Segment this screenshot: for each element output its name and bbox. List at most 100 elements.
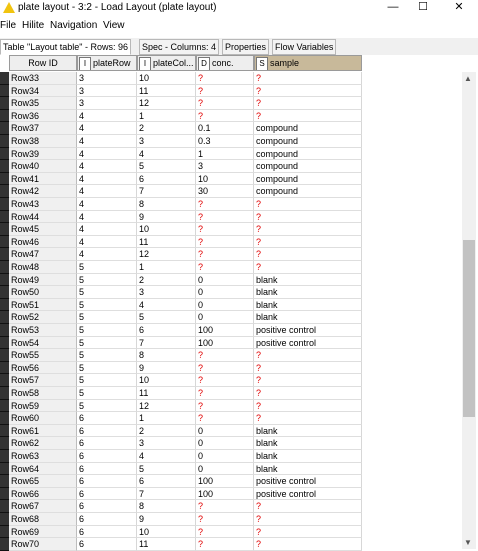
sample-cell[interactable]: blank [254,273,362,287]
scrollbar-thumb[interactable] [463,240,475,417]
plate-col-cell[interactable]: 3 [137,135,196,148]
row-id-cell[interactable]: Row46 [9,235,77,249]
sample-cell[interactable]: blank [254,437,362,450]
conc-cell[interactable]: 3 [196,160,254,173]
conc-cell[interactable]: 0 [196,273,254,287]
table-row[interactable]: Row48 5 1?? [0,261,362,274]
plate-row-cell[interactable]: 5 [77,336,137,350]
row-id-cell[interactable]: Row36 [9,109,77,123]
row-id-cell[interactable]: Row38 [9,135,77,148]
table-row[interactable]: Row63 6 4 0 blank [0,450,362,463]
row-id-cell[interactable]: Row41 [9,172,77,186]
plate-col-cell[interactable]: 11 [137,235,196,249]
conc-cell[interactable]: ? [196,361,254,375]
plate-row-cell[interactable]: 3 [77,72,137,85]
sample-cell[interactable]: compound [254,172,362,186]
plate-col-cell[interactable]: 4 [137,450,196,463]
sample-cell[interactable]: positive control [254,487,362,501]
conc-cell[interactable]: ? [196,374,254,387]
sample-cell[interactable]: compound [254,160,362,173]
conc-cell[interactable]: 0.1 [196,122,254,135]
conc-cell[interactable]: ? [196,72,254,85]
plate-row-cell[interactable]: 4 [77,248,137,261]
table-row[interactable]: Row54 5 7 100 positive control [0,336,362,350]
table-row[interactable]: Row39 4 4 1 compound [0,147,362,161]
table-row[interactable]: Row52 5 5 0 blank [0,311,362,324]
plate-row-cell[interactable]: 6 [77,424,137,438]
row-id-cell[interactable]: Row69 [9,525,77,539]
plate-col-cell[interactable]: 3 [137,286,196,299]
plate-col-cell[interactable]: 11 [137,84,196,98]
conc-cell[interactable]: ? [196,399,254,413]
conc-cell[interactable]: 0 [196,286,254,299]
conc-cell[interactable]: ? [196,349,254,362]
table-row[interactable]: Row56 5 9?? [0,361,362,375]
maximize-button[interactable]: ☐ [408,0,438,17]
plate-col-cell[interactable]: 10 [137,374,196,387]
plate-row-cell[interactable]: 4 [77,109,137,123]
conc-cell[interactable]: ? [196,513,254,526]
table-row[interactable]: Row65 6 6 100 positive control [0,475,362,488]
table-row[interactable]: Row35 3 12?? [0,97,362,110]
conc-cell[interactable]: 100 [196,336,254,350]
tab-properties[interactable]: Properties [222,39,270,55]
conc-cell[interactable]: ? [196,500,254,513]
vertical-scrollbar[interactable]: ▲ ▼ [462,72,476,549]
plate-row-cell[interactable]: 6 [77,437,137,450]
conc-cell[interactable]: 0.3 [196,135,254,148]
conc-cell[interactable]: 0 [196,311,254,324]
sample-cell[interactable]: compound [254,147,362,161]
sample-cell[interactable]: blank [254,311,362,324]
sample-cell[interactable]: ? [254,97,362,110]
column-header-sample[interactable]: Ssample [254,55,362,71]
row-id-cell[interactable]: Row33 [9,72,77,85]
plate-col-cell[interactable]: 2 [137,122,196,135]
plate-col-cell[interactable]: 3 [137,437,196,450]
plate-row-cell[interactable]: 6 [77,462,137,476]
table-row[interactable]: Row33 3 10?? [0,72,362,85]
plate-row-cell[interactable]: 6 [77,412,137,425]
row-id-cell[interactable]: Row60 [9,412,77,425]
row-id-cell[interactable]: Row66 [9,487,77,501]
row-id-cell[interactable]: Row34 [9,84,77,98]
plate-row-cell[interactable]: 4 [77,210,137,224]
sample-cell[interactable]: ? [254,198,362,211]
plate-col-cell[interactable]: 7 [137,487,196,501]
plate-col-cell[interactable]: 5 [137,160,196,173]
table-row[interactable]: Row53 5 6 100 positive control [0,324,362,337]
row-id-cell[interactable]: Row42 [9,185,77,198]
plate-col-cell[interactable]: 10 [137,72,196,85]
conc-cell[interactable]: ? [196,109,254,123]
sample-cell[interactable]: ? [254,84,362,98]
row-id-cell[interactable]: Row52 [9,311,77,324]
plate-row-cell[interactable]: 4 [77,223,137,236]
table-row[interactable]: Row57 5 10?? [0,374,362,387]
plate-row-cell[interactable]: 4 [77,198,137,211]
plate-row-cell[interactable]: 4 [77,160,137,173]
table-row[interactable]: Row66 6 7 100 positive control [0,487,362,501]
row-id-cell[interactable]: Row65 [9,475,77,488]
table-row[interactable]: Row62 6 3 0 blank [0,437,362,450]
table-row[interactable]: Row45 4 10?? [0,223,362,236]
row-id-cell[interactable]: Row49 [9,273,77,287]
plate-row-cell[interactable]: 4 [77,122,137,135]
sample-cell[interactable]: ? [254,210,362,224]
sample-cell[interactable]: compound [254,135,362,148]
row-id-cell[interactable]: Row48 [9,261,77,274]
conc-cell[interactable]: ? [196,525,254,539]
conc-cell[interactable]: 0 [196,462,254,476]
minimize-button[interactable]: — [378,0,408,17]
conc-cell[interactable]: 30 [196,185,254,198]
table-row[interactable]: Row38 4 3 0.3 compound [0,135,362,148]
plate-row-cell[interactable]: 5 [77,374,137,387]
column-header-plate-row[interactable]: IplateRow [77,55,137,71]
plate-col-cell[interactable]: 9 [137,513,196,526]
sample-cell[interactable]: compound [254,122,362,135]
plate-col-cell[interactable]: 8 [137,500,196,513]
conc-cell[interactable]: 100 [196,324,254,337]
sample-cell[interactable]: blank [254,424,362,438]
sample-cell[interactable]: ? [254,223,362,236]
table-row[interactable]: Row51 5 4 0 blank [0,298,362,312]
row-id-cell[interactable]: Row37 [9,122,77,135]
row-id-cell[interactable]: Row43 [9,198,77,211]
